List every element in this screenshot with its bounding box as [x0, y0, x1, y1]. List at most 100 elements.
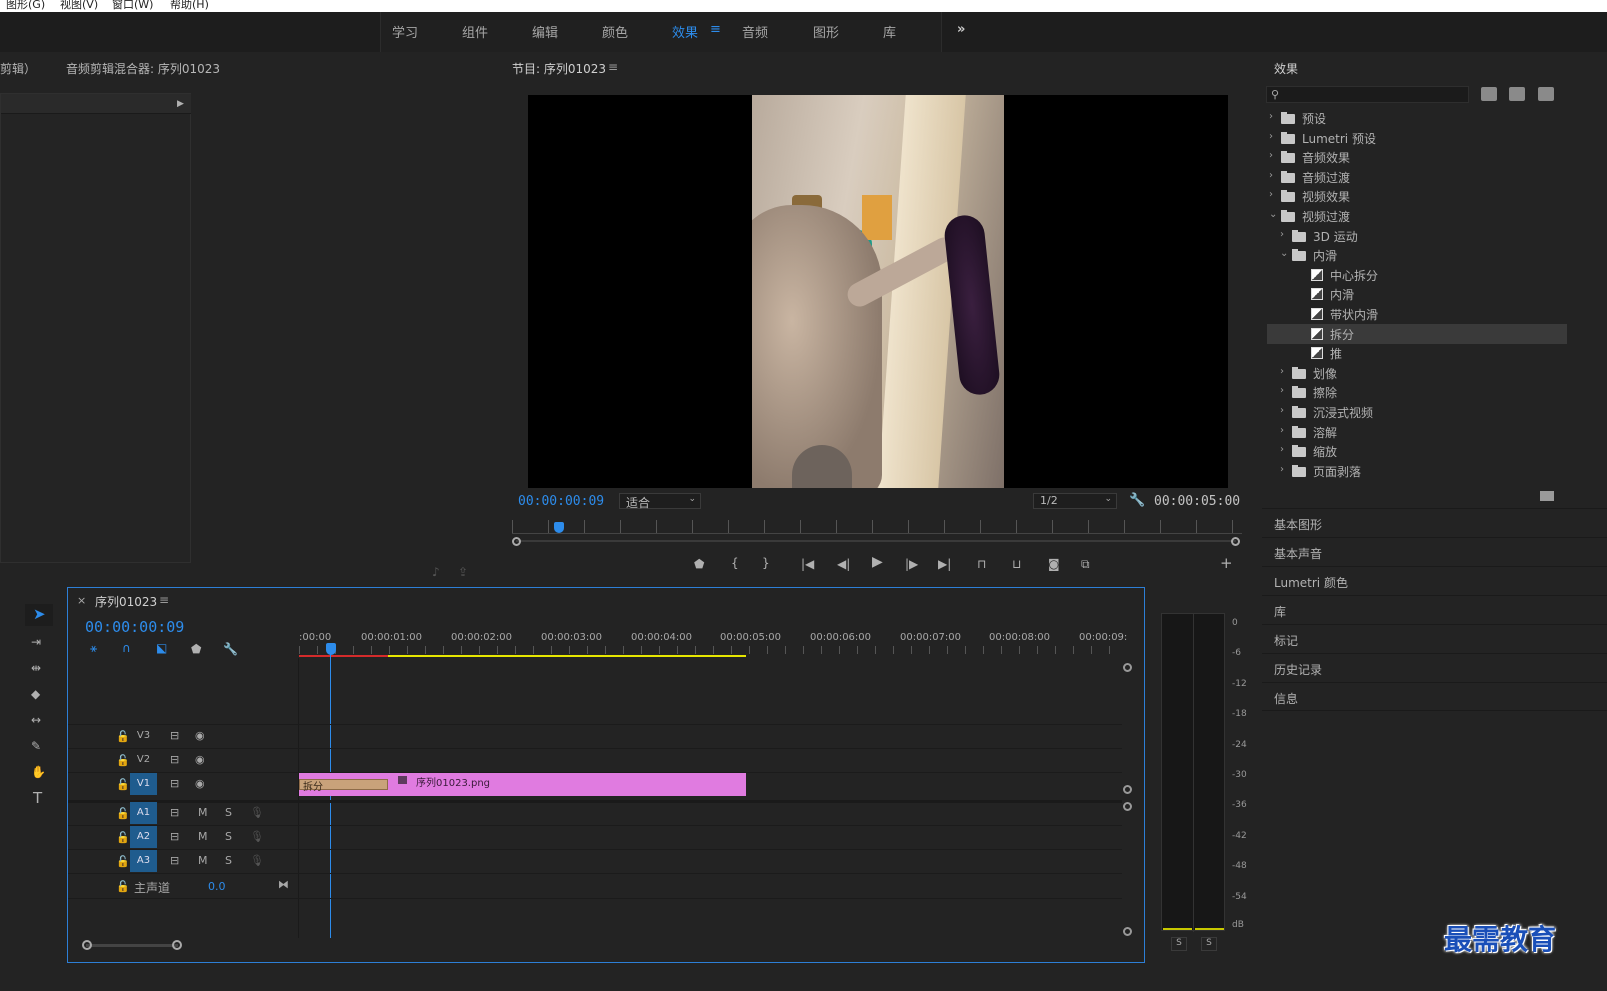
effects-panel-title[interactable]: 效果	[1274, 60, 1298, 77]
yuv-icon[interactable]	[1538, 87, 1554, 101]
timeline-timecode[interactable]: 00:00:00:09	[85, 618, 184, 636]
scroll-handle-top[interactable]	[1123, 663, 1132, 672]
step-back-icon[interactable]: ◀|	[837, 558, 850, 570]
lock-icon[interactable]: 🔓	[116, 880, 130, 893]
wrench-icon[interactable]: 🔧	[1129, 494, 1145, 507]
accelerated-effects-icon[interactable]	[1481, 87, 1497, 101]
lock-icon[interactable]: 🔓	[116, 807, 130, 820]
lock-icon[interactable]: 🔓	[116, 778, 130, 791]
lock-icon[interactable]: 🔓	[116, 730, 130, 743]
chevron-right-icon[interactable]: ›	[1280, 405, 1284, 416]
snap-icon[interactable]: ∩	[122, 642, 131, 654]
effects-tree-item[interactable]: 带状内滑	[1267, 304, 1567, 324]
solo-button[interactable]: S	[225, 854, 232, 867]
mark-out-icon[interactable]: }	[762, 557, 770, 569]
eye-icon[interactable]: ◉	[195, 729, 205, 742]
32bit-icon[interactable]	[1509, 87, 1525, 101]
slip-tool-icon[interactable]: ↔	[31, 714, 41, 726]
camera-icon[interactable]: ◙	[1048, 558, 1060, 570]
master-toggle-icon[interactable]: ⧓	[278, 878, 289, 891]
chevron-down-icon[interactable]: ⌄	[1280, 248, 1288, 259]
workspace-tab-audio[interactable]: 音频	[742, 22, 768, 41]
track-a1-label[interactable]: A1	[130, 802, 157, 824]
lock-icon[interactable]: 🔓	[116, 855, 130, 868]
chevron-right-icon[interactable]: ›	[1280, 229, 1284, 240]
lock-icon[interactable]: 🔓	[116, 754, 130, 767]
workspace-tab-color[interactable]: 颜色	[602, 22, 628, 41]
effects-tree-item[interactable]: › 页面剥落	[1267, 461, 1567, 481]
workspace-tab-assembly[interactable]: 组件	[462, 22, 488, 41]
panel-info[interactable]: 信息	[1262, 682, 1607, 711]
chevron-right-icon[interactable]: ›	[1280, 385, 1284, 396]
solo-right-button[interactable]: S	[1201, 937, 1217, 951]
effects-tree-item[interactable]: › 音频过渡	[1267, 167, 1567, 187]
effects-tree-item[interactable]: › Lumetri 预设	[1267, 128, 1567, 148]
mute-button[interactable]: M	[198, 830, 208, 843]
chevron-right-icon[interactable]: ›	[1280, 425, 1284, 436]
scroll-handle-bottom[interactable]	[1123, 927, 1132, 936]
fit-dropdown[interactable]: 适合 ⌄	[619, 493, 701, 510]
selection-tool-icon[interactable]: ➤	[33, 607, 46, 622]
new-bin-icon[interactable]	[1540, 491, 1554, 501]
wrench-icon[interactable]: 🔧	[223, 643, 238, 655]
track-v1-label[interactable]: V1	[130, 773, 157, 795]
linked-selection-icon[interactable]: ⬕	[156, 642, 167, 654]
workspace-menu-icon[interactable]: ≡	[710, 22, 721, 37]
track-v2-label[interactable]: V2	[130, 749, 157, 771]
timeline-zoom-scrollbar[interactable]	[82, 940, 1122, 950]
program-time-ruler[interactable]	[512, 520, 1242, 534]
workspace-tab-editing[interactable]: 编辑	[532, 22, 558, 41]
chevron-right-icon[interactable]: ›	[1269, 189, 1273, 200]
track-a2-label[interactable]: A2	[130, 826, 157, 848]
sync-lock-icon[interactable]: ⊟	[170, 729, 179, 742]
effects-tree-item[interactable]: ⌄ 视频过渡	[1267, 206, 1567, 226]
ripple-edit-tool-icon[interactable]: ⇹	[31, 662, 41, 674]
effects-tree-item[interactable]: 拆分	[1267, 323, 1567, 344]
timeline-title[interactable]: 序列01023	[95, 593, 157, 610]
effects-tree-item[interactable]: › 溶解	[1267, 422, 1567, 442]
workspace-overflow-icon[interactable]: »	[957, 22, 965, 37]
microphone-icon[interactable]: 🎙	[250, 806, 264, 819]
add-marker-icon[interactable]: ⬟	[191, 643, 201, 655]
panel-essential-sound[interactable]: 基本声音	[1262, 537, 1607, 566]
source-tab-partial[interactable]: 剪辑）	[0, 60, 36, 77]
menu-help[interactable]: 帮助(H)	[170, 0, 209, 12]
effects-tree-item[interactable]: › 沉浸式视频	[1267, 402, 1567, 422]
program-current-timecode[interactable]: 00:00:00:09	[518, 494, 604, 509]
pen-tool-icon[interactable]: ✎	[31, 740, 41, 752]
eye-icon[interactable]: ◉	[195, 753, 205, 766]
track-a3-label[interactable]: A3	[130, 850, 157, 872]
panel-libraries[interactable]: 库	[1262, 595, 1607, 624]
effects-tree-item[interactable]: 内滑	[1267, 284, 1567, 304]
sync-lock-icon[interactable]: ⊟	[170, 830, 179, 843]
effects-tree-item[interactable]: › 擦除	[1267, 382, 1567, 402]
effects-tree-item[interactable]: › 缩放	[1267, 441, 1567, 461]
microphone-icon[interactable]: 🎙	[250, 854, 264, 867]
chevron-right-icon[interactable]: ›	[1269, 131, 1273, 142]
panel-menu-icon[interactable]: ≡	[159, 593, 169, 607]
menu-window[interactable]: 窗口(W)	[112, 0, 153, 12]
go-to-out-icon[interactable]: ▶|	[938, 558, 951, 570]
chevron-down-icon[interactable]: ⌄	[1269, 209, 1277, 220]
timeline-playhead-handle[interactable]	[326, 643, 336, 655]
track-v3-label[interactable]: V3	[130, 725, 157, 747]
video-frame[interactable]	[528, 95, 1228, 488]
workspace-tab-learn[interactable]: 学习	[392, 22, 418, 41]
chevron-right-icon[interactable]: ›	[1269, 111, 1273, 122]
lock-icon[interactable]: 🔓	[116, 831, 130, 844]
play-triangle-icon[interactable]: ▶	[177, 98, 184, 110]
sync-lock-icon[interactable]: ⊟	[170, 854, 179, 867]
hand-tool-icon[interactable]: ✋	[31, 766, 46, 778]
add-marker-icon[interactable]: ⬟	[694, 558, 704, 570]
microphone-icon[interactable]: 🎙	[250, 830, 264, 843]
chevron-right-icon[interactable]: ›	[1269, 150, 1273, 161]
add-button-icon[interactable]: +	[1220, 556, 1233, 571]
effects-tree-item[interactable]: ⌄ 内滑	[1267, 245, 1567, 265]
effects-tree-item[interactable]: 中心拆分	[1267, 265, 1567, 285]
play-icon[interactable]: ▶	[872, 555, 883, 569]
mark-in-icon[interactable]: {	[731, 557, 739, 569]
resolution-dropdown[interactable]: 1/2 ⌄	[1033, 493, 1117, 509]
effects-search-input[interactable]: ⚲	[1266, 86, 1469, 103]
eye-icon[interactable]: ◉	[195, 777, 205, 790]
solo-button[interactable]: S	[225, 830, 232, 843]
